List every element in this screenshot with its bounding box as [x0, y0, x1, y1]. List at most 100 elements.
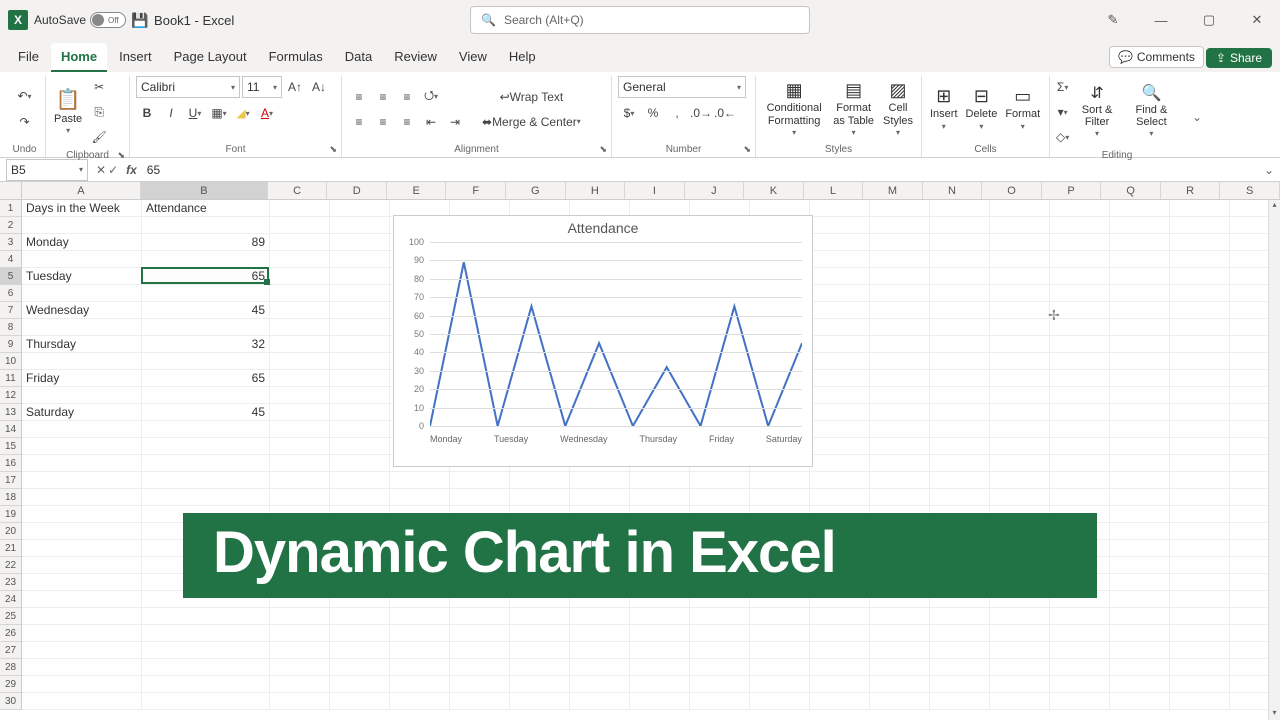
- autosum-icon[interactable]: Σ▾: [1056, 76, 1069, 98]
- row-header-3[interactable]: 3: [0, 234, 21, 251]
- row-header-11[interactable]: 11: [0, 370, 21, 387]
- decrease-indent-icon[interactable]: ⇤: [420, 111, 442, 133]
- copy-icon[interactable]: ⎘: [88, 101, 110, 123]
- save-icon[interactable]: 💾: [132, 12, 148, 28]
- insert-cells-button[interactable]: ⊞Insert▾: [928, 87, 960, 132]
- col-header-H[interactable]: H: [566, 182, 626, 199]
- cell-styles-button[interactable]: ▨Cell Styles▾: [881, 81, 915, 138]
- row-header-6[interactable]: 6: [0, 285, 21, 302]
- cancel-formula-icon[interactable]: ✕: [96, 163, 106, 177]
- row-header-4[interactable]: 4: [0, 251, 21, 268]
- cell-B3[interactable]: 89: [142, 234, 270, 251]
- increase-indent-icon[interactable]: ⇥: [444, 111, 466, 133]
- cut-icon[interactable]: ✂: [88, 76, 110, 98]
- format-painter-icon[interactable]: 🖌: [88, 126, 110, 148]
- formula-expand-icon[interactable]: ⌄: [1258, 163, 1280, 177]
- enter-formula-icon[interactable]: ✓: [108, 163, 118, 177]
- row-header-10[interactable]: 10: [0, 353, 21, 370]
- font-size-select[interactable]: 11▾: [242, 76, 282, 98]
- row-header-12[interactable]: 12: [0, 387, 21, 404]
- col-header-D[interactable]: D: [327, 182, 387, 199]
- format-as-table-button[interactable]: ▤Format as Table▾: [830, 81, 877, 138]
- currency-icon[interactable]: $▾: [618, 102, 640, 124]
- tab-page-layout[interactable]: Page Layout: [164, 43, 257, 72]
- tab-formulas[interactable]: Formulas: [259, 43, 333, 72]
- col-header-B[interactable]: B: [141, 182, 268, 199]
- row-header-23[interactable]: 23: [0, 574, 21, 591]
- align-middle-icon[interactable]: ≡: [372, 86, 394, 108]
- col-header-G[interactable]: G: [506, 182, 566, 199]
- increase-font-icon[interactable]: A↑: [284, 76, 306, 98]
- row-header-14[interactable]: 14: [0, 421, 21, 438]
- border-button[interactable]: ▦▾: [208, 102, 230, 124]
- tab-help[interactable]: Help: [499, 43, 546, 72]
- cell-B11[interactable]: 65: [142, 370, 270, 387]
- comments-button[interactable]: 💬 Comments: [1109, 46, 1204, 68]
- vertical-scrollbar[interactable]: ▴ ▾: [1268, 200, 1280, 720]
- cell-A7[interactable]: Wednesday: [22, 302, 142, 319]
- increase-decimal-icon[interactable]: .0→: [690, 102, 712, 124]
- row-header-30[interactable]: 30: [0, 693, 21, 710]
- fx-icon[interactable]: fx: [122, 163, 141, 177]
- col-header-F[interactable]: F: [446, 182, 506, 199]
- cell-A1[interactable]: Days in the Week: [22, 200, 142, 217]
- select-all-corner[interactable]: [0, 182, 22, 199]
- comma-icon[interactable]: ,: [666, 102, 688, 124]
- col-header-S[interactable]: S: [1220, 182, 1280, 199]
- font-color-button[interactable]: A▾: [256, 102, 278, 124]
- align-bottom-icon[interactable]: ≡: [396, 86, 418, 108]
- col-header-L[interactable]: L: [804, 182, 864, 199]
- italic-button[interactable]: I: [160, 102, 182, 124]
- row-header-24[interactable]: 24: [0, 591, 21, 608]
- autosave-toggle[interactable]: AutoSave Off: [34, 12, 126, 28]
- cell-B7[interactable]: 45: [142, 302, 270, 319]
- col-header-A[interactable]: A: [22, 182, 141, 199]
- col-header-J[interactable]: J: [685, 182, 745, 199]
- wrap-text-button[interactable]: ↩ Wrap Text: [478, 86, 585, 108]
- sort-filter-button[interactable]: ⇵Sort & Filter▾: [1073, 85, 1121, 140]
- font-name-select[interactable]: Calibri▾: [136, 76, 240, 98]
- delete-cells-button[interactable]: ⊟Delete▾: [964, 87, 1000, 132]
- align-left-icon[interactable]: ≡: [348, 111, 370, 133]
- row-header-7[interactable]: 7: [0, 302, 21, 319]
- cell-A11[interactable]: Friday: [22, 370, 142, 387]
- row-header-9[interactable]: 9: [0, 336, 21, 353]
- conditional-formatting-button[interactable]: ▦Conditional Formatting▾: [762, 81, 826, 138]
- paste-button[interactable]: 📋 Paste▾: [52, 89, 84, 136]
- tab-file[interactable]: File: [8, 43, 49, 72]
- tab-view[interactable]: View: [449, 43, 497, 72]
- row-header-19[interactable]: 19: [0, 506, 21, 523]
- row-header-20[interactable]: 20: [0, 523, 21, 540]
- fill-icon[interactable]: ▾▾: [1056, 101, 1069, 123]
- row-header-21[interactable]: 21: [0, 540, 21, 557]
- row-header-2[interactable]: 2: [0, 217, 21, 234]
- fill-color-button[interactable]: ◢▾: [232, 102, 254, 124]
- format-cells-button[interactable]: ▭Format▾: [1003, 87, 1042, 132]
- row-header-1[interactable]: 1: [0, 200, 21, 217]
- cell-A3[interactable]: Monday: [22, 234, 142, 251]
- col-header-O[interactable]: O: [982, 182, 1042, 199]
- align-right-icon[interactable]: ≡: [396, 111, 418, 133]
- cell-A13[interactable]: Saturday: [22, 404, 142, 421]
- col-header-I[interactable]: I: [625, 182, 685, 199]
- minimize-button[interactable]: —: [1146, 5, 1176, 35]
- tab-insert[interactable]: Insert: [109, 43, 162, 72]
- tab-data[interactable]: Data: [335, 43, 382, 72]
- orientation-icon[interactable]: ⭯▾: [420, 86, 442, 108]
- search-input[interactable]: 🔍 Search (Alt+Q): [470, 6, 810, 34]
- row-header-29[interactable]: 29: [0, 676, 21, 693]
- formula-input[interactable]: 65: [141, 163, 1258, 177]
- tab-review[interactable]: Review: [384, 43, 447, 72]
- number-format-select[interactable]: General▾: [618, 76, 746, 98]
- decrease-font-icon[interactable]: A↓: [308, 76, 330, 98]
- ribbon-collapse-icon[interactable]: ⌄: [1184, 110, 1210, 124]
- cell-B9[interactable]: 32: [142, 336, 270, 353]
- align-center-icon[interactable]: ≡: [372, 111, 394, 133]
- clear-icon[interactable]: ◇▾: [1056, 126, 1069, 148]
- maximize-button[interactable]: ▢: [1194, 5, 1224, 35]
- cell-B1[interactable]: Attendance: [142, 200, 270, 217]
- cell-A5[interactable]: Tuesday: [22, 268, 142, 285]
- row-header-5[interactable]: 5: [0, 268, 21, 285]
- cell-B5[interactable]: 65: [142, 268, 270, 285]
- row-header-16[interactable]: 16: [0, 455, 21, 472]
